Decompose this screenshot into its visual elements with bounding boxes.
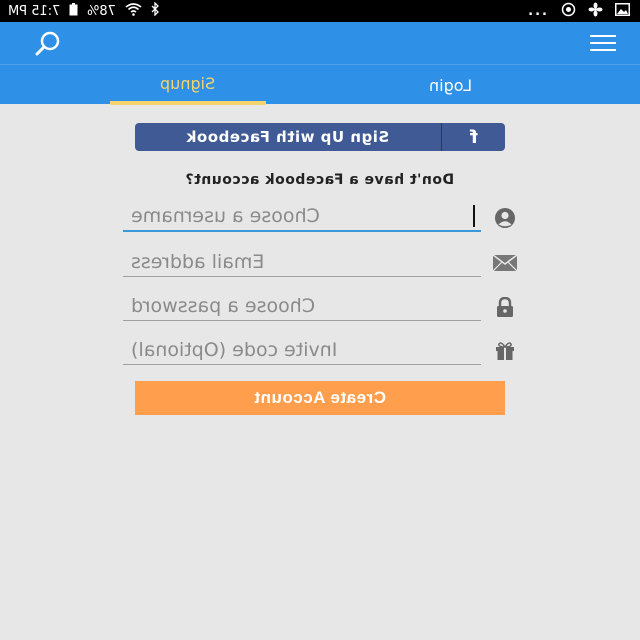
invite-code-field[interactable] (123, 335, 481, 365)
status-bar-right: ... (528, 2, 630, 20)
battery-percent: 78% (87, 3, 117, 19)
tab-login-label: Login (429, 75, 473, 95)
create-account-label: Create Account (253, 388, 386, 407)
bluetooth-icon (151, 1, 160, 20)
facebook-signup-label: Sign Up with Facebook (186, 128, 390, 146)
user-icon (491, 206, 519, 230)
facebook-signup-button[interactable]: Sign Up with Facebook f (135, 123, 505, 151)
app-bar (0, 22, 640, 64)
status-bar: 7:15 PM 78% ... (0, 0, 640, 22)
invite-code-row (123, 335, 523, 367)
no-facebook-prompt: Don't have a Facebook account? (185, 172, 455, 188)
fan-icon (588, 2, 603, 21)
username-field[interactable] (123, 202, 481, 232)
create-account-button[interactable]: Create Account (135, 381, 505, 415)
clock: 7:15 PM (8, 3, 61, 19)
facebook-icon: f (469, 126, 478, 148)
overflow-notification-dots: ... (528, 3, 549, 19)
sync-icon (561, 2, 576, 21)
text-cursor (473, 205, 475, 227)
email-field[interactable] (123, 247, 481, 277)
lock-icon (491, 295, 519, 319)
status-bar-left: 7:15 PM 78% (8, 1, 160, 20)
hamburger-menu-icon[interactable] (586, 31, 620, 55)
password-row (123, 291, 523, 323)
tab-signup[interactable]: Signup (110, 65, 266, 105)
password-field[interactable] (123, 291, 481, 321)
tab-login[interactable]: Login (386, 65, 516, 105)
search-icon[interactable] (30, 28, 66, 58)
wifi-icon (125, 2, 142, 20)
gift-icon (491, 339, 519, 363)
email-row (123, 247, 523, 279)
username-row (123, 202, 523, 234)
tab-bar: Signup Login (0, 64, 640, 105)
battery-icon (69, 2, 78, 20)
envelope-icon (491, 251, 519, 275)
image-icon (615, 2, 630, 20)
tab-signup-label: Signup (160, 73, 216, 93)
